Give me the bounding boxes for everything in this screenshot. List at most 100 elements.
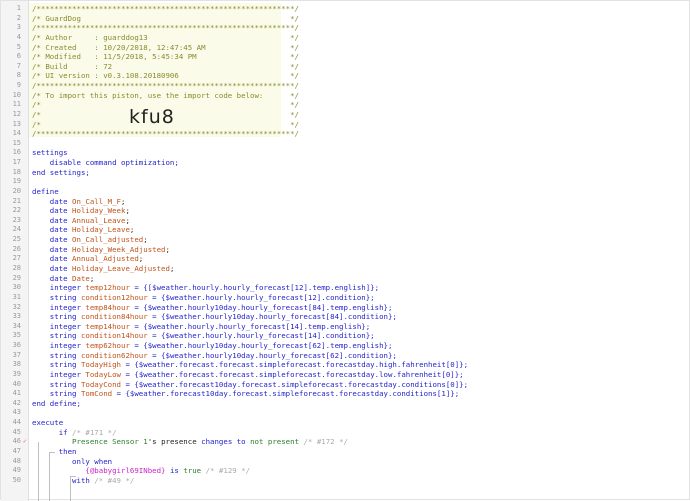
code-line[interactable]: 35 string condition14hour = {$weather.ho…	[1, 331, 690, 341]
code-token: end define;	[32, 398, 81, 408]
code-line[interactable]: 11/* */	[1, 100, 690, 110]
code-token: /* Build : 72 */	[32, 61, 299, 71]
code-line[interactable]: 18 end settings;	[1, 168, 690, 178]
code-line[interactable]: 47 then	[1, 447, 690, 457]
code-line[interactable]: 3 /**************************************…	[1, 23, 690, 33]
code-line[interactable]: 46 ✓ Presence Sensor 1's presence changes…	[1, 437, 690, 447]
code-line[interactable]: 39 integer TodayLow = {$weather.forecast…	[1, 370, 690, 380]
code-line[interactable]: 16 settings	[1, 148, 690, 158]
code-token: /***************************************…	[32, 23, 299, 33]
line-number: 22	[12, 206, 21, 215]
code-line[interactable]: 1 /**************************************…	[1, 4, 690, 14]
code-line[interactable]: 5 /* Created : 10/20/2018, 12:47:45 AM */	[1, 43, 690, 53]
code-token: string	[32, 312, 81, 322]
code-token: = {$weather.hourly10day.hourly_forecast[…	[129, 302, 393, 312]
code-line[interactable]: 33 string condition84hour = {$weather.ho…	[1, 312, 690, 322]
line-number: 23	[12, 215, 21, 224]
line-number: 21	[12, 196, 21, 205]
code-line[interactable]: 30 integer temp12hour = {[$weather.hourl…	[1, 283, 690, 293]
line-text: integer temp62hour = {$weather.hourly10d…	[32, 341, 393, 351]
import-code[interactable]: kfu8	[129, 106, 175, 128]
code-line[interactable]: 10 /* To import this piston, use the impo…	[1, 91, 690, 101]
code-line[interactable]: 12/* */	[1, 110, 690, 120]
code-line[interactable]: 45 if /* #171 */	[1, 428, 690, 438]
line-text: date Date;	[32, 273, 95, 284]
code-token: /***************************************…	[32, 4, 299, 13]
code-token: ;	[89, 273, 95, 283]
code-line[interactable]: 2 /* GuardDog */	[1, 14, 690, 24]
line-text: /***************************************…	[32, 4, 299, 14]
line-number: 6	[16, 52, 21, 61]
code-line[interactable]: 4 /* Author : guarddog13 */	[1, 33, 690, 43]
code-line[interactable]: 22 date Holiday_Week;	[1, 206, 690, 216]
code-line[interactable]: 50 with /* #49 */	[1, 476, 690, 486]
code-token: date	[32, 264, 73, 273]
code-line[interactable]: 37 string condition62hour = {$weather.ho…	[1, 351, 690, 361]
code-line[interactable]: 43	[1, 408, 690, 418]
code-line[interactable]: 24 date Holiday_Leave;	[1, 225, 690, 235]
code-token: temp14hour	[85, 321, 130, 331]
code-token: not present	[250, 437, 300, 447]
code-line[interactable]: 26 date Holiday_Week_Adjusted;	[1, 245, 690, 255]
code-line[interactable]: 6 /* Modified : 11/5/2018, 5:45:34 PM */	[1, 52, 690, 62]
code-token: = {$weather.hourly10day.hourly_forecast[…	[129, 341, 393, 351]
piston-code-editor[interactable]: 1 /**************************************…	[0, 0, 690, 501]
code-token: = {$weather.forecast10day.forecast.simpl…	[121, 379, 469, 389]
code-line[interactable]: 13/* */	[1, 120, 690, 130]
code-line[interactable]: 41 string TomCond = {$weather.forecast10…	[1, 389, 690, 399]
code-line[interactable]: 28 date Holiday_Leave_Adjusted;	[1, 264, 690, 274]
code-line[interactable]: 32 integer temp84hour = {$weather.hourly…	[1, 303, 690, 313]
code-token: TodayLow	[85, 369, 122, 379]
line-number: 15	[12, 138, 21, 147]
line-text: string condition14hour = {$weather.hourl…	[32, 331, 375, 341]
line-text: if /* #171 */	[32, 428, 117, 438]
line-text: integer temp12hour = {[$weather.hourly.h…	[32, 283, 379, 293]
code-line[interactable]: 49 {@babygirl69INbed} is true /* #129 */	[1, 466, 690, 476]
code-line[interactable]: 48 only when	[1, 457, 690, 467]
code-line[interactable]: 27 date Annual_Adjusted;	[1, 254, 690, 264]
code-line[interactable]: 38 string TodayHigh = {$weather.forecast…	[1, 360, 690, 370]
code-token: date	[32, 196, 73, 206]
code-line[interactable]: 29 date Date;	[1, 274, 690, 284]
code-line[interactable]: 17 disable command optimization;	[1, 158, 690, 168]
code-line[interactable]: 8 /* UI version : v0.3.108.20180906 */	[1, 71, 690, 81]
code-token: condition84hour	[80, 312, 148, 322]
code-token: condition14hour	[80, 331, 148, 341]
line-number: 5	[16, 42, 21, 51]
code-line[interactable]: 36 integer temp62hour = {$weather.hourly…	[1, 341, 690, 351]
code-line[interactable]: 7 /* Build : 72 */	[1, 62, 690, 72]
code-token: /* #49 */	[94, 475, 135, 485]
code-token: {@babygirl69INbed}	[32, 466, 166, 476]
code-token: ;	[125, 206, 130, 216]
code-line[interactable]: 9 /**************************************…	[1, 81, 690, 91]
code-token: = {$weather.forecast10day.forecast.simpl…	[112, 389, 460, 399]
code-line[interactable]: 21 date On_Call_M_F;	[1, 197, 690, 207]
code-line[interactable]: 20 define	[1, 187, 690, 197]
code-token: presence	[161, 437, 197, 447]
code-line[interactable]: 40 string TodayCond = {$weather.forecast…	[1, 380, 690, 390]
line-number: 28	[12, 264, 21, 272]
code-token: if	[32, 427, 73, 437]
code-line[interactable]: 31 string condition12hour = {$weather.ho…	[1, 293, 690, 303]
code-token: execute	[32, 418, 64, 428]
code-line[interactable]: 44 execute	[1, 418, 690, 428]
code-line[interactable]: 23 date Annual_Leave;	[1, 216, 690, 226]
code-line[interactable]: 15	[1, 139, 690, 149]
code-line[interactable]: 14 /*************************************…	[1, 129, 690, 139]
line-text: date Annual_Adjusted;	[32, 254, 143, 264]
code-line[interactable]: 25 date On_Call_adjusted;	[1, 235, 690, 245]
line-number: 48	[12, 456, 21, 465]
line-number: 43	[12, 408, 21, 417]
line-number: 14	[12, 129, 21, 138]
line-number: 4	[16, 32, 21, 41]
line-text: integer TodayLow = {$weather.forecast.fo…	[32, 370, 464, 380]
code-token: date	[32, 225, 73, 235]
code-token: temp62hour	[85, 341, 130, 351]
code-token: /* To import this piston, use the import…	[32, 90, 299, 100]
code-token: /* Modified : 11/5/2018, 5:45:34 PM */	[32, 52, 299, 62]
code-line[interactable]: 42 end define;	[1, 399, 690, 409]
code-token: TomCond	[80, 389, 113, 399]
line-text: string condition62hour = {$weather.hourl…	[32, 351, 397, 361]
code-line[interactable]: 34 integer temp14hour = {$weather.hourly…	[1, 322, 690, 332]
code-line[interactable]: 19	[1, 177, 690, 187]
